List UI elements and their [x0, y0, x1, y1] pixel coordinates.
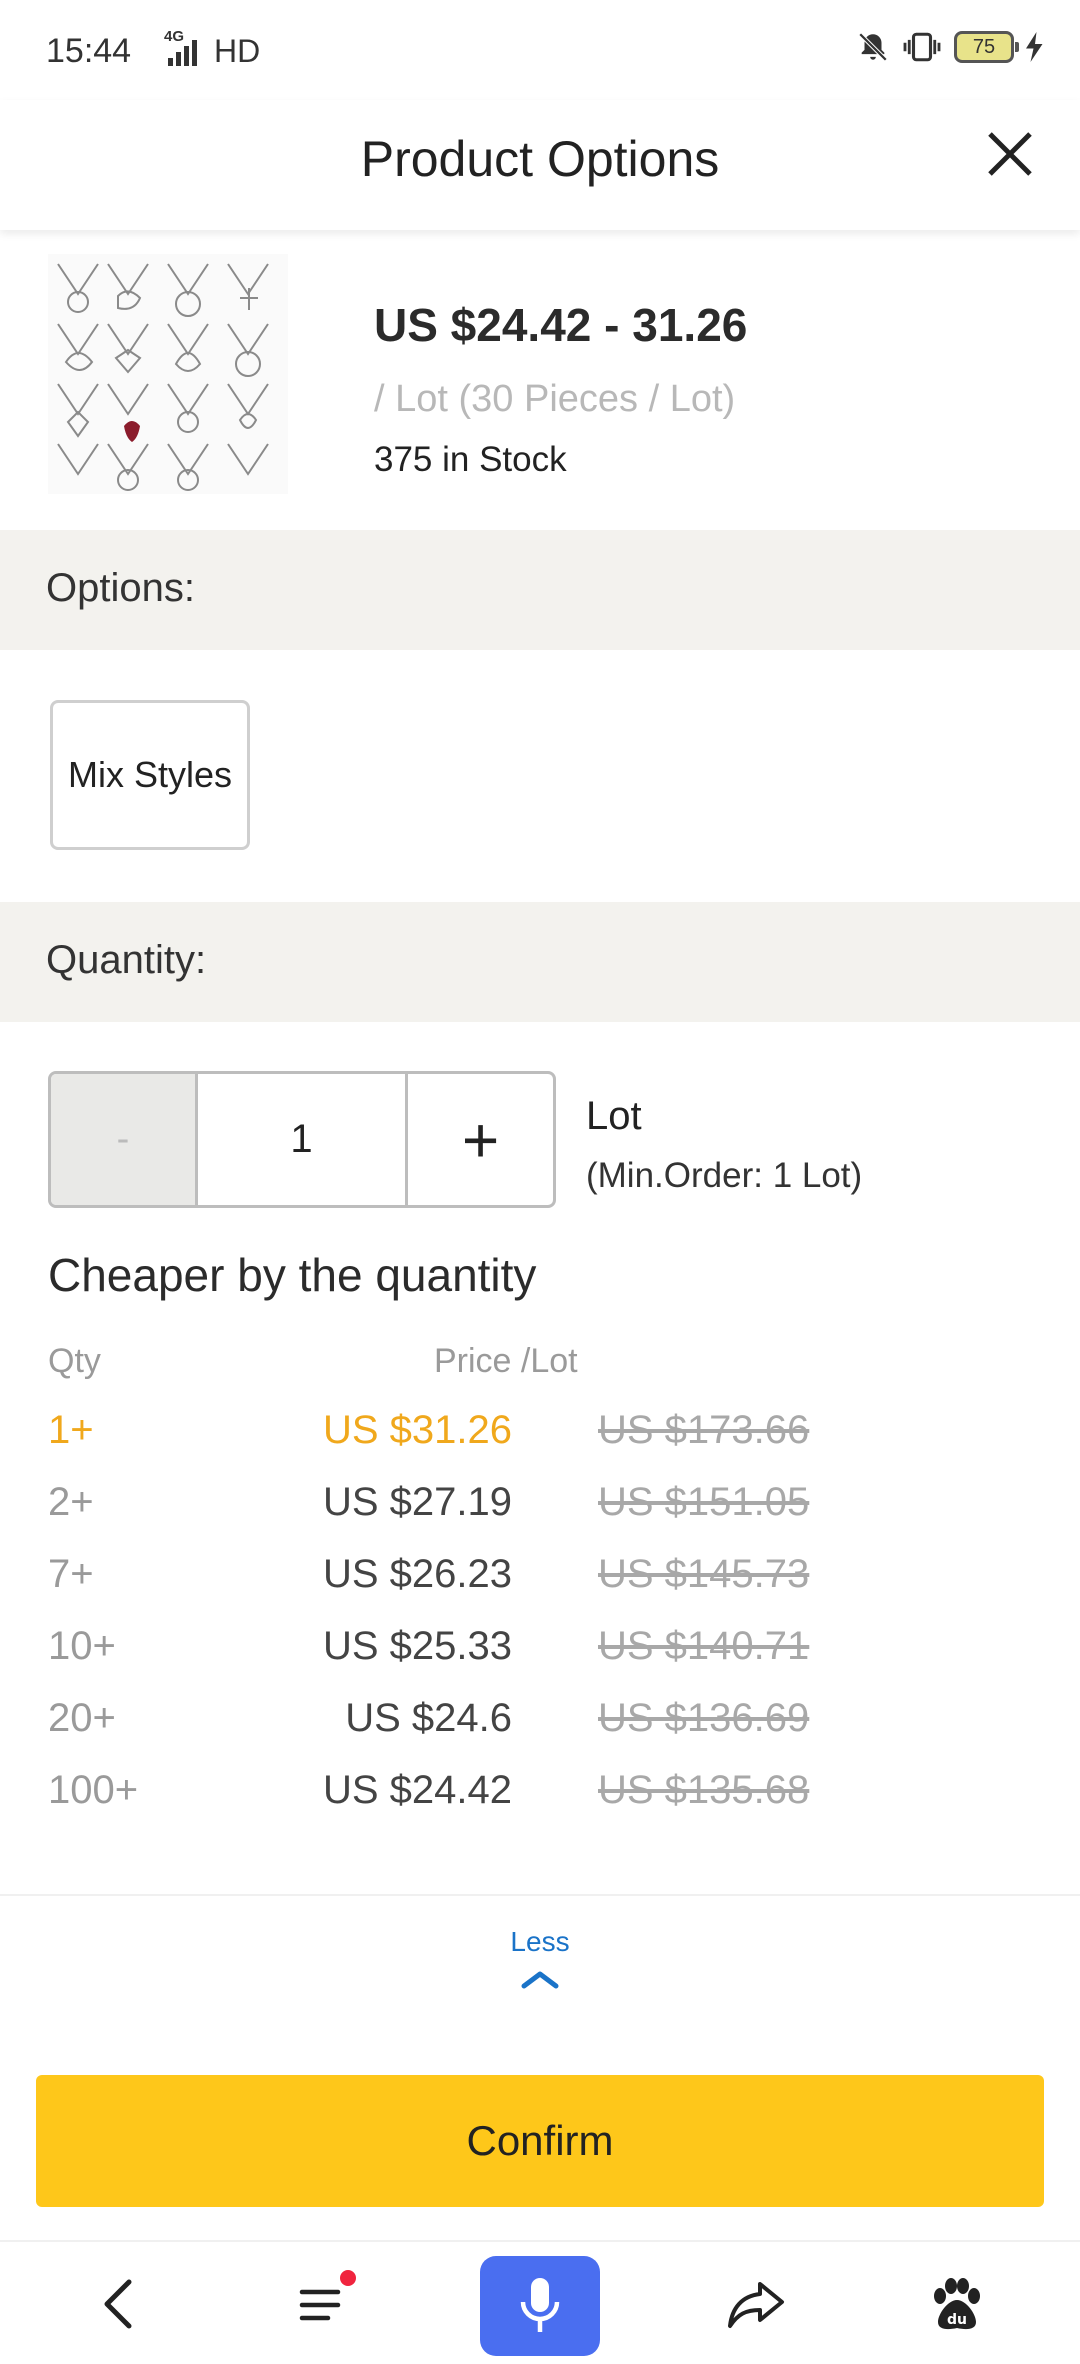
microphone-icon — [520, 2278, 560, 2332]
back-icon — [104, 2279, 132, 2329]
tier-original-price: US $136.69 — [598, 1696, 810, 1740]
options-label: Options: — [46, 566, 195, 610]
price-range: US $24.42 - 31.26 — [374, 299, 748, 351]
tier-original-price: US $151.05 — [598, 1480, 810, 1524]
tier-row: 1+ US $31.26 US $173.66 — [0, 1408, 1080, 1480]
tier-row: 2+ US $27.19 US $151.05 — [0, 1480, 1080, 1552]
tier-qty: 10+ — [48, 1624, 116, 1668]
tier-row: 100+ US $24.42 US $135.68 — [0, 1768, 1080, 1840]
tier-price: US $27.19 — [322, 1480, 512, 1524]
increase-button[interactable]: + — [408, 1074, 553, 1205]
tier-original-price: US $140.71 — [598, 1624, 810, 1668]
page-title: Product Options — [360, 131, 720, 187]
tier-qty: 2+ — [48, 1480, 94, 1524]
voice-button[interactable] — [480, 2256, 600, 2356]
notification-dot — [340, 2270, 356, 2286]
back-button[interactable] — [70, 2254, 170, 2354]
tier-qty: 7+ — [48, 1552, 94, 1596]
quantity-label: Quantity: — [46, 938, 207, 982]
charging-icon — [1026, 32, 1043, 62]
close-icon[interactable] — [978, 122, 1042, 186]
less-label: Less — [510, 1926, 570, 1957]
min-order: (Min.Order: 1 Lot) — [586, 1156, 863, 1195]
signal-icon: 4G — [150, 28, 197, 66]
unit-info: / Lot (30 Pieces / Lot) — [374, 378, 736, 420]
status-time: 15:44 — [46, 32, 132, 70]
tier-pricing-title: Cheaper by the quantity — [48, 1249, 537, 1301]
quantity-section-header: Quantity: — [0, 902, 1080, 1022]
share-icon — [728, 2282, 784, 2328]
bottom-nav: du — [0, 2240, 1080, 2364]
decrease-button[interactable]: - — [51, 1074, 198, 1205]
tier-row: 20+ US $24.6 US $136.69 — [0, 1696, 1080, 1768]
chevron-up-icon — [521, 1971, 559, 1989]
tier-row: 10+ US $25.33 US $140.71 — [0, 1624, 1080, 1696]
less-toggle[interactable]: Less — [440, 1926, 640, 2016]
product-summary: US $24.42 - 31.26 / Lot (30 Pieces / Lot… — [0, 230, 1080, 530]
battery-icon: 75 — [954, 31, 1019, 63]
vibrate-icon — [903, 32, 941, 62]
tier-row: 7+ US $26.23 US $145.73 — [0, 1552, 1080, 1624]
option-mix-styles[interactable]: Mix Styles — [50, 700, 250, 850]
product-options-screen: 15:44 4G HD 75 Product Options US $24.42… — [0, 0, 1080, 2364]
menu-button[interactable] — [272, 2254, 372, 2354]
divider — [0, 1894, 1080, 1896]
network-type: 4G — [164, 28, 185, 45]
quantity-stepper: - 1 + — [48, 1071, 556, 1208]
dialog-header: Product Options — [0, 100, 1080, 230]
tier-header-price: Price /Lot — [434, 1342, 578, 1380]
stock-count: 375 in Stock — [374, 440, 567, 479]
product-thumbnail — [48, 254, 288, 494]
quantity-unit: Lot — [586, 1094, 642, 1138]
options-section-header: Options: — [0, 530, 1080, 650]
tier-original-price: US $145.73 — [598, 1552, 810, 1596]
quantity-input[interactable]: 1 — [198, 1074, 408, 1205]
tier-qty: 1+ — [48, 1408, 94, 1452]
tier-original-price: US $135.68 — [598, 1768, 810, 1812]
tier-price: US $31.26 — [322, 1408, 512, 1452]
baidu-button[interactable]: du — [906, 2254, 1006, 2354]
tier-header-qty: Qty — [48, 1342, 101, 1380]
baidu-paw-icon: du — [934, 2278, 980, 2330]
tier-qty: 20+ — [48, 1696, 116, 1740]
tier-price: US $24.42 — [322, 1768, 512, 1812]
tier-qty: 100+ — [48, 1768, 139, 1812]
tier-price: US $25.33 — [322, 1624, 512, 1668]
tier-price: US $26.23 — [322, 1552, 512, 1596]
hd-indicator: HD — [214, 33, 261, 69]
tier-price: US $24.6 — [345, 1696, 512, 1740]
status-bar: 15:44 4G HD 75 — [0, 0, 1080, 100]
tier-original-price: US $173.66 — [598, 1408, 810, 1452]
svg-text:du: du — [947, 2312, 967, 2328]
mute-bell-icon — [858, 32, 888, 62]
share-button[interactable] — [706, 2254, 806, 2354]
confirm-button[interactable]: Confirm — [36, 2075, 1044, 2207]
status-right-icons: 75 — [856, 30, 1044, 64]
